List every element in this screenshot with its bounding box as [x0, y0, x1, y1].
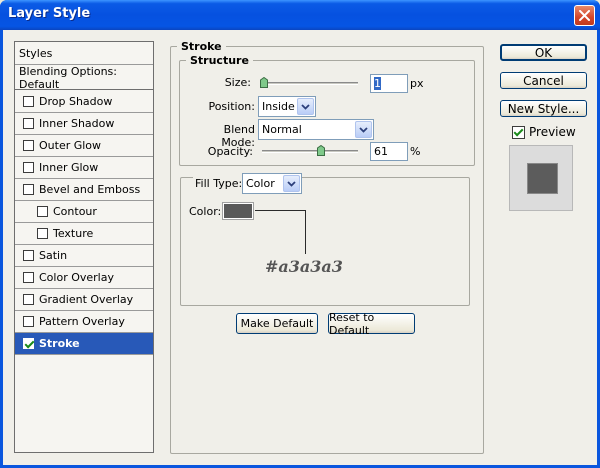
- annotation-line-v: [305, 210, 306, 254]
- position-value: Inside: [262, 100, 295, 113]
- ok-label: OK: [534, 45, 553, 60]
- opacity-unit: %: [410, 145, 421, 158]
- chevron-down-icon: [287, 180, 296, 187]
- new-style-button[interactable]: New Style...: [500, 100, 587, 117]
- ok-button[interactable]: OK: [500, 44, 587, 61]
- fill-type-select[interactable]: Color: [242, 173, 302, 194]
- size-slider-thumb[interactable]: [260, 77, 268, 88]
- dialog-body: Styles Blending Options: Default Drop Sh…: [3, 30, 597, 465]
- style-item-label: Drop Shadow: [39, 95, 113, 108]
- make-default-label: Make Default: [240, 317, 314, 330]
- style-checkbox[interactable]: [23, 250, 34, 261]
- reset-to-default-label: Reset to Default: [329, 310, 375, 337]
- color-label: Color:: [189, 205, 222, 218]
- style-checkbox[interactable]: [23, 338, 34, 349]
- styles-header[interactable]: Styles: [15, 42, 153, 65]
- style-item-satin[interactable]: Satin: [15, 245, 153, 267]
- style-item-outer-glow[interactable]: Outer Glow: [15, 135, 153, 157]
- style-checkbox[interactable]: [23, 184, 34, 195]
- style-item-drop-shadow[interactable]: Drop Shadow: [15, 91, 153, 113]
- opacity-slider-track[interactable]: [262, 150, 358, 153]
- style-checkbox[interactable]: [23, 294, 34, 305]
- annotation-line-h: [255, 210, 306, 211]
- preview-label: Preview: [529, 125, 576, 139]
- style-item-stroke[interactable]: Stroke: [15, 333, 153, 355]
- style-checkbox[interactable]: [23, 316, 34, 327]
- preview-swatch: [527, 163, 558, 194]
- style-item-label: Color Overlay: [39, 271, 114, 284]
- color-hex-annotation: #a3a3a3: [265, 257, 343, 276]
- style-item-label: Outer Glow: [39, 139, 102, 152]
- style-item-label: Satin: [39, 249, 68, 262]
- fill-group: [180, 177, 470, 306]
- layer-style-window: Layer Style Styles Blending Options: Def…: [0, 0, 600, 468]
- preview-toggle[interactable]: Preview: [512, 125, 576, 139]
- fill-type-value: Color: [246, 177, 275, 190]
- style-checkbox[interactable]: [23, 162, 34, 173]
- position-label: Position:: [208, 100, 255, 113]
- fill-type-label: Fill Type:: [193, 177, 245, 190]
- styles-header-label: Styles: [19, 46, 53, 60]
- blending-options-label: Blending Options: Default: [19, 64, 117, 91]
- styles-list: Styles Blending Options: Default Drop Sh…: [14, 41, 154, 453]
- style-item-label: Bevel and Emboss: [39, 183, 141, 196]
- style-item-inner-glow[interactable]: Inner Glow: [15, 157, 153, 179]
- chevron-down-icon: [359, 126, 368, 133]
- position-select[interactable]: Inside: [258, 96, 316, 117]
- opacity-value: 61: [374, 145, 388, 158]
- style-item-label: Texture: [53, 227, 94, 240]
- blend-mode-dropdown-arrow[interactable]: [355, 121, 372, 138]
- opacity-label: Opacity:: [207, 145, 253, 158]
- style-item-gradient-overlay[interactable]: Gradient Overlay: [15, 289, 153, 311]
- title-bar[interactable]: Layer Style: [0, 0, 600, 30]
- style-checkbox[interactable]: [23, 140, 34, 151]
- style-checkbox[interactable]: [23, 118, 34, 129]
- style-item-label: Stroke: [39, 337, 80, 350]
- window-title: Layer Style: [8, 6, 91, 21]
- size-input[interactable]: 1: [370, 74, 408, 93]
- close-icon: [579, 10, 590, 21]
- blend-mode-select[interactable]: Normal: [258, 119, 374, 140]
- style-checkbox[interactable]: [23, 96, 34, 107]
- size-value: 1: [374, 77, 381, 90]
- new-style-label: New Style...: [507, 101, 580, 116]
- cancel-button[interactable]: Cancel: [500, 72, 587, 89]
- fill-type-dropdown-arrow[interactable]: [283, 175, 300, 192]
- style-item-pattern-overlay[interactable]: Pattern Overlay: [15, 311, 153, 333]
- size-label: Size:: [224, 76, 251, 89]
- size-slider-track[interactable]: [262, 82, 358, 85]
- style-item-contour[interactable]: Contour: [15, 201, 153, 223]
- position-dropdown-arrow[interactable]: [297, 98, 314, 115]
- structure-group-title: Structure: [190, 54, 249, 67]
- reset-to-default-button[interactable]: Reset to Default: [328, 310, 415, 337]
- blending-options-item[interactable]: Blending Options: Default: [15, 64, 153, 91]
- style-item-color-overlay[interactable]: Color Overlay: [15, 267, 153, 289]
- opacity-slider-thumb[interactable]: [316, 145, 325, 156]
- blend-mode-value: Normal: [262, 123, 302, 136]
- style-item-label: Inner Glow: [39, 161, 99, 174]
- style-item-inner-shadow[interactable]: Inner Shadow: [15, 113, 153, 135]
- style-item-label: Contour: [53, 205, 97, 218]
- style-checkbox[interactable]: [23, 272, 34, 283]
- style-item-label: Inner Shadow: [39, 117, 115, 130]
- make-default-button[interactable]: Make Default: [236, 313, 318, 334]
- stroke-group-title: Stroke: [181, 40, 222, 53]
- preview-checkbox[interactable]: [512, 125, 525, 139]
- cancel-label: Cancel: [523, 73, 564, 88]
- preview-thumbnail: [509, 145, 573, 211]
- style-item-label: Gradient Overlay: [39, 293, 134, 306]
- chevron-down-icon: [301, 103, 310, 110]
- style-item-texture[interactable]: Texture: [15, 223, 153, 245]
- style-item-bevel-and-emboss[interactable]: Bevel and Emboss: [15, 179, 153, 201]
- style-item-label: Pattern Overlay: [39, 315, 125, 328]
- opacity-input[interactable]: 61: [370, 142, 408, 161]
- color-swatch[interactable]: [222, 202, 254, 220]
- close-button[interactable]: [574, 5, 595, 26]
- style-checkbox[interactable]: [37, 206, 48, 217]
- style-checkbox[interactable]: [37, 228, 48, 239]
- size-unit: px: [410, 77, 424, 90]
